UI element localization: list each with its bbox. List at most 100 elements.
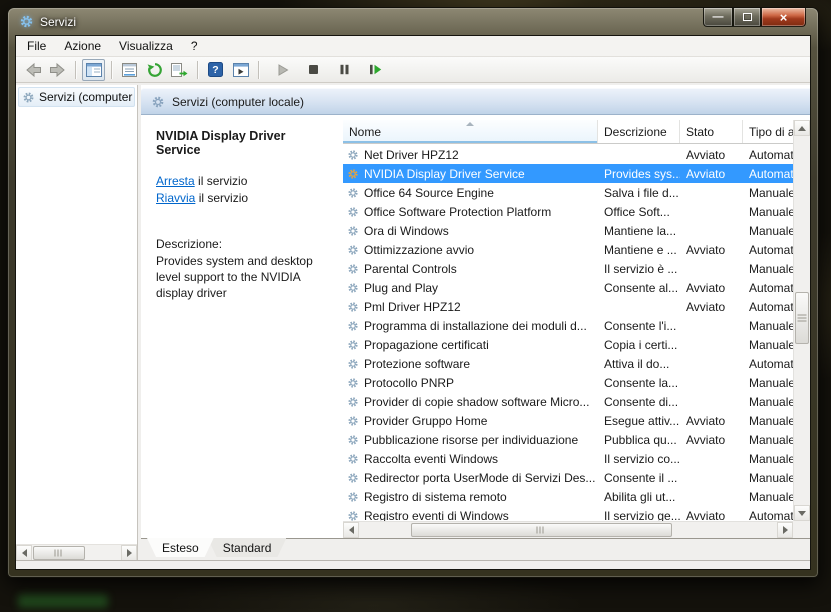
restart-service-link[interactable]: Riavvia: [156, 191, 195, 205]
service-startup-type: Automatico: [743, 509, 793, 522]
scroll-up-button[interactable]: [794, 120, 810, 136]
stop-service-button[interactable]: [302, 59, 325, 81]
service-row[interactable]: Plug and PlayConsente al...AvviatoAutoma…: [343, 278, 793, 297]
service-status: Avviato: [680, 414, 743, 428]
service-startup-type: Manuale: [743, 395, 793, 409]
scrollbar-thumb[interactable]: [33, 546, 85, 560]
service-description: Provides sys...: [598, 167, 680, 181]
window-body: File Azione Visualizza ?: [15, 35, 811, 570]
menu-file[interactable]: File: [18, 37, 55, 55]
forward-button[interactable]: [46, 59, 69, 81]
service-row[interactable]: Office 64 Source EngineSalva i file d...…: [343, 183, 793, 202]
gear-icon: [347, 396, 359, 408]
service-row[interactable]: Redirector porta UserMode di Servizi Des…: [343, 468, 793, 487]
help-icon: ?: [208, 62, 223, 77]
gear-icon: [347, 377, 359, 389]
restart-service-button[interactable]: [364, 59, 387, 81]
tab-standard[interactable]: Standard: [208, 538, 287, 557]
maximize-button[interactable]: [733, 8, 761, 27]
scroll-left-button[interactable]: [16, 545, 32, 561]
service-row[interactable]: Pubblicazione risorse per individuazione…: [343, 430, 793, 449]
grip-icon: [537, 527, 546, 534]
column-header-tipo-di-avvio[interactable]: Tipo di avvio: [743, 120, 793, 143]
service-row[interactable]: Provider Gruppo HomeEsegue attiv...Avvia…: [343, 411, 793, 430]
scroll-right-button[interactable]: [777, 522, 793, 538]
service-row[interactable]: Ottimizzazione avvioMantiene e ...Avviat…: [343, 240, 793, 259]
column-header-stato[interactable]: Stato: [680, 120, 743, 143]
stop-service-link[interactable]: Arresta: [156, 174, 195, 188]
service-name: Raccolta eventi Windows: [343, 452, 598, 466]
toolbar-separator: [258, 61, 259, 79]
column-label: Descrizione: [604, 125, 667, 139]
tab-esteso[interactable]: Esteso: [147, 538, 214, 557]
show-console-tree-button[interactable]: [82, 59, 105, 81]
service-row[interactable]: NVIDIA Display Driver ServiceProvides sy…: [343, 164, 793, 183]
scroll-left-button[interactable]: [343, 522, 359, 538]
svg-text:?: ?: [212, 64, 218, 76]
scroll-right-button[interactable]: [121, 545, 137, 561]
service-row[interactable]: Protezione softwareAttiva il do...Automa…: [343, 354, 793, 373]
menu-azione[interactable]: Azione: [55, 37, 110, 55]
show-action-pane-button[interactable]: [229, 59, 252, 81]
service-description: Pubblica qu...: [598, 433, 680, 447]
service-row[interactable]: Registro eventi di WindowsIl servizio ge…: [343, 506, 793, 521]
service-row[interactable]: Propagazione certificatiCopia i certi...…: [343, 335, 793, 354]
service-description: Mantiene la...: [598, 224, 680, 238]
tree-horizontal-scrollbar[interactable]: [16, 544, 137, 560]
service-status: Avviato: [680, 148, 743, 162]
service-description: Il servizio ge...: [598, 509, 680, 522]
service-description: Abilita gli ut...: [598, 490, 680, 504]
gear-icon: [22, 91, 35, 104]
properties-button[interactable]: [118, 59, 141, 81]
scrollbar-thumb[interactable]: [795, 292, 809, 344]
service-startup-type: Manuale: [743, 490, 793, 504]
back-button[interactable]: [21, 59, 44, 81]
service-row[interactable]: Ora di WindowsMantiene la...Manuale: [343, 221, 793, 240]
scroll-down-button[interactable]: [794, 505, 810, 521]
scrollbar-thumb[interactable]: [411, 523, 672, 537]
service-row[interactable]: Raccolta eventi WindowsIl servizio co...…: [343, 449, 793, 468]
service-description: Mantiene e ...: [598, 243, 680, 257]
service-status: Avviato: [680, 167, 743, 181]
refresh-button[interactable]: [143, 59, 166, 81]
tree-item-servizi[interactable]: Servizi (computer locale): [18, 87, 135, 107]
column-label: Nome: [349, 125, 381, 139]
column-header-descrizione[interactable]: Descrizione: [598, 120, 680, 143]
toolbar-separator: [111, 61, 112, 79]
service-name: Ottimizzazione avvio: [343, 243, 598, 257]
export-list-button[interactable]: [168, 59, 191, 81]
vertical-scrollbar[interactable]: [793, 120, 810, 521]
arrow-right-icon: [127, 549, 132, 557]
service-status: Avviato: [680, 433, 743, 447]
back-arrow-icon: [24, 62, 42, 78]
service-name: Registro eventi di Windows: [343, 509, 598, 522]
results-pane-title: Servizi (computer locale): [172, 95, 304, 109]
service-row[interactable]: Provider di copie shadow software Micro.…: [343, 392, 793, 411]
arrow-left-icon: [22, 549, 27, 557]
service-row[interactable]: Protocollo PNRPConsente la...Manuale: [343, 373, 793, 392]
gear-icon: [347, 510, 359, 522]
menu-visualizza[interactable]: Visualizza: [110, 37, 182, 55]
service-name: Ora di Windows: [343, 224, 598, 238]
service-row[interactable]: Parental ControlsIl servizio è ...Manual…: [343, 259, 793, 278]
menu-help[interactable]: ?: [182, 37, 207, 55]
service-row[interactable]: Net Driver HPZ12AvviatoAutomatico: [343, 145, 793, 164]
pause-service-button[interactable]: [333, 59, 356, 81]
service-name: Protocollo PNRP: [343, 376, 598, 390]
start-service-button[interactable]: [271, 59, 294, 81]
service-row[interactable]: Office Software Protection PlatformOffic…: [343, 202, 793, 221]
horizontal-scrollbar[interactable]: [343, 521, 793, 538]
gear-icon: [347, 358, 359, 370]
title-bar[interactable]: Servizi — ×: [8, 8, 818, 35]
help-button[interactable]: ?: [204, 59, 227, 81]
close-button[interactable]: ×: [761, 8, 806, 27]
service-row[interactable]: Pml Driver HPZ12AvviatoAutomatico: [343, 297, 793, 316]
service-row[interactable]: Programma di installazione dei moduli d.…: [343, 316, 793, 335]
service-row[interactable]: Registro di sistema remotoAbilita gli ut…: [343, 487, 793, 506]
column-label: Stato: [686, 125, 714, 139]
gear-icon: [347, 491, 359, 503]
service-name: Programma di installazione dei moduli d.…: [343, 319, 598, 333]
column-header-nome[interactable]: Nome: [343, 120, 598, 143]
service-startup-type: Manuale: [743, 452, 793, 466]
minimize-button[interactable]: —: [703, 8, 733, 27]
